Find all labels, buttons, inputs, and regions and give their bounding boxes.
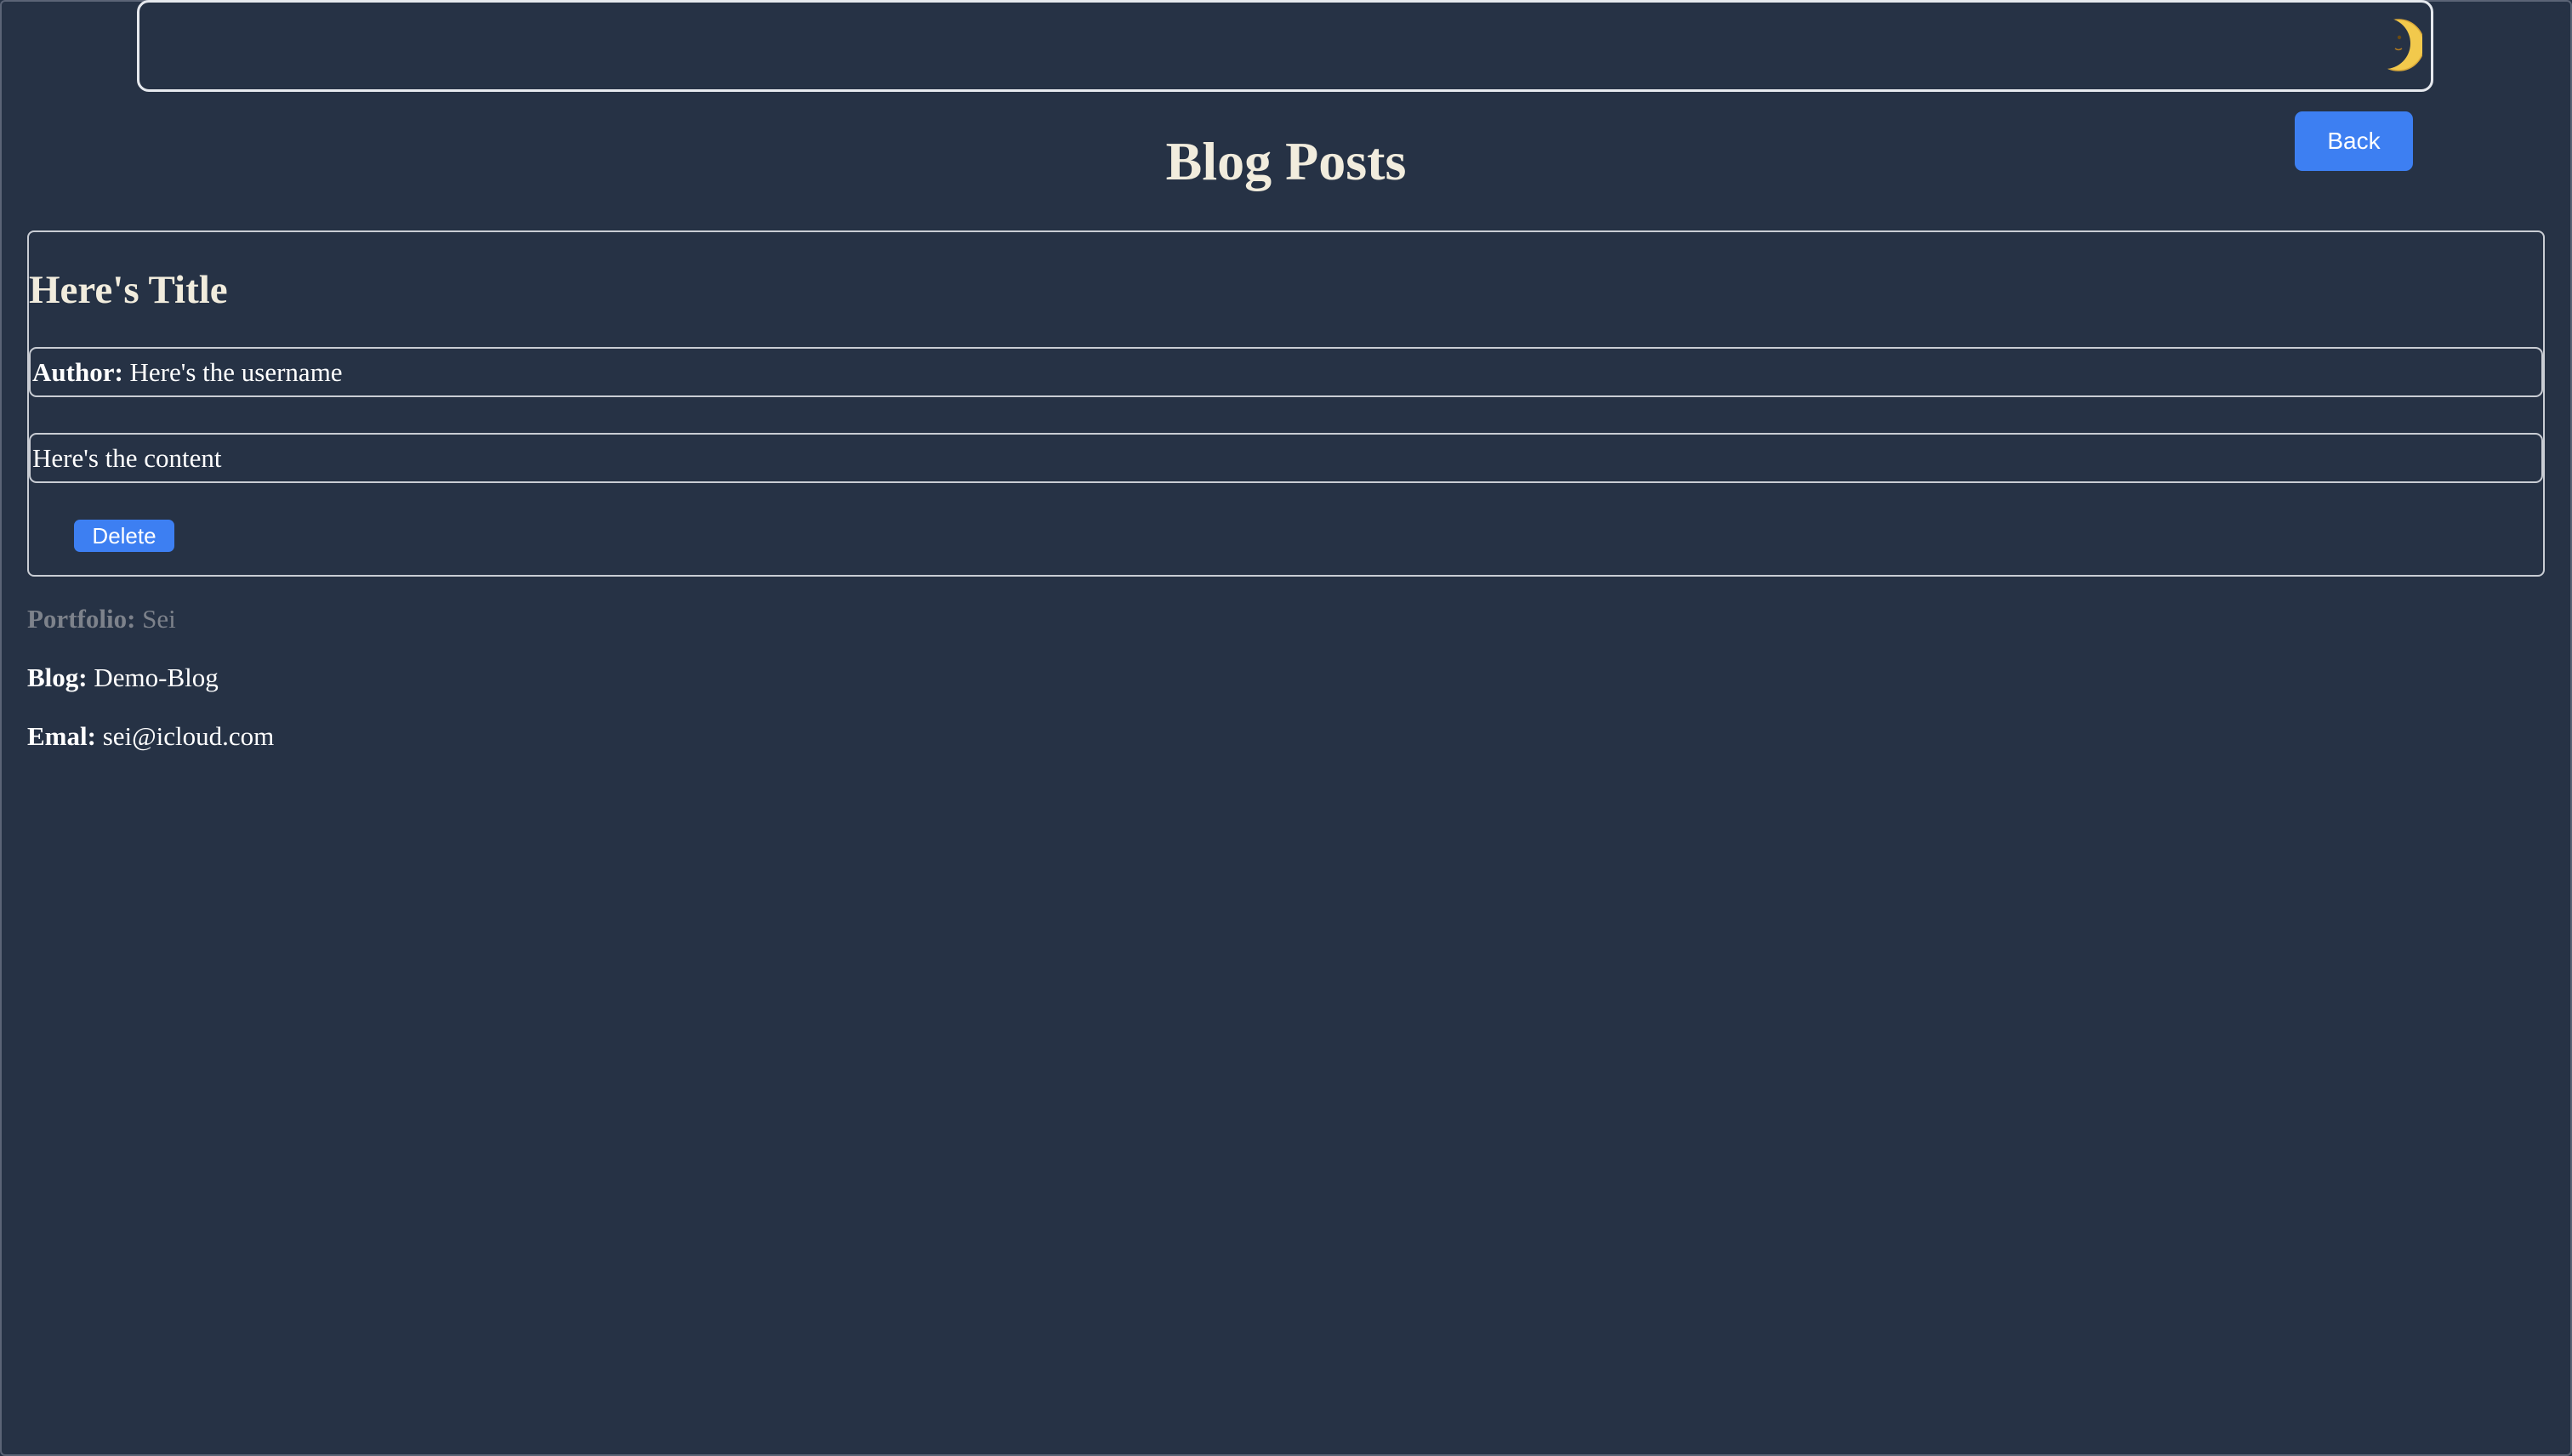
- email-value: sei@icloud.com: [102, 721, 275, 751]
- delete-button[interactable]: Delete: [74, 520, 174, 552]
- portfolio-label: Portfolio:: [27, 604, 136, 634]
- window-frame: [0, 0, 2572, 1456]
- post-content-field: Here's the content: [29, 433, 2543, 483]
- page-title: Blog Posts: [1165, 131, 1407, 191]
- portfolio-link[interactable]: Portfolio: Sei: [27, 602, 176, 636]
- email-info: Emal: sei@icloud.com: [27, 719, 274, 754]
- theme-toggle-button[interactable]: [2375, 11, 2422, 79]
- author-value: Here's the username: [129, 357, 343, 387]
- portfolio-value: Sei: [142, 604, 176, 634]
- post-card: Here's Title Author: Here's the username…: [27, 230, 2545, 577]
- post-title: Here's Title: [29, 268, 228, 312]
- crescent-moon-icon: [2375, 11, 2422, 79]
- post-author-field: Author: Here's the username: [29, 347, 2543, 397]
- email-label: Emal:: [27, 721, 96, 751]
- blog-label: Blog:: [27, 663, 88, 692]
- post-content: Here's the content: [32, 443, 222, 473]
- blog-value: Demo-Blog: [94, 663, 219, 692]
- blog-info: Blog: Demo-Blog: [27, 661, 219, 695]
- author-label: Author:: [32, 357, 123, 387]
- top-bar: [137, 0, 2433, 92]
